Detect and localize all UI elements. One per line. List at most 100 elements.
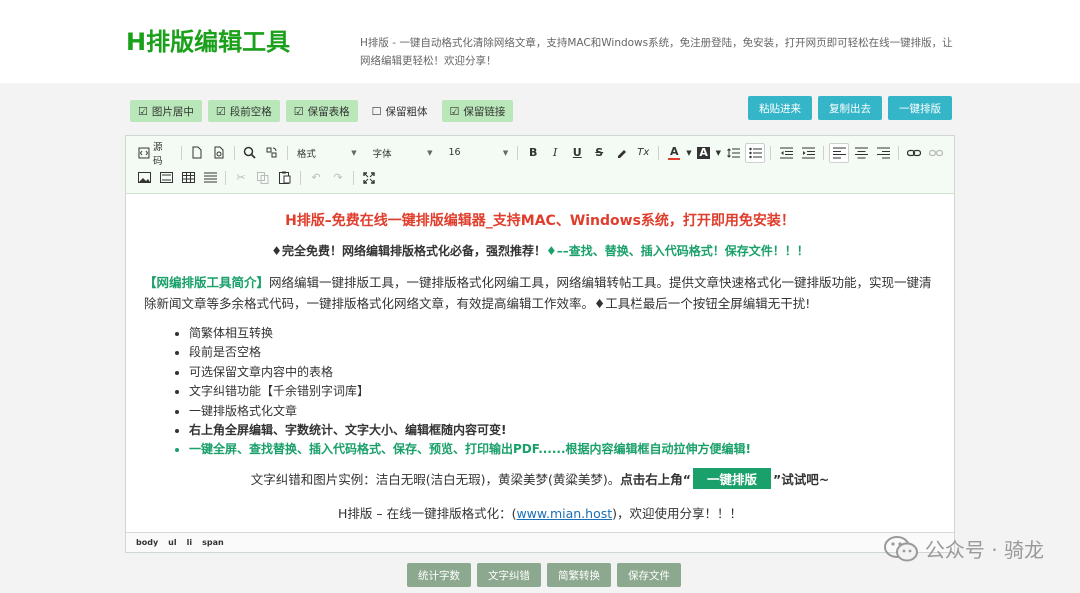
toolbar-separator xyxy=(823,145,825,160)
toolbar-separator xyxy=(353,170,354,185)
list-item: 一键排版格式化文章 xyxy=(189,402,936,421)
new-document-icon[interactable] xyxy=(187,143,207,163)
page-header: H排版编辑工具 H排版 - 一键自动格式化清除网络文章，支持MAC和Window… xyxy=(0,0,1080,83)
underline-button[interactable]: U xyxy=(567,143,587,163)
content-subtitle: ♦完全免费！网络编辑排版格式化必备，强烈推荐！♦––查找、替换、插入代码格式！保… xyxy=(144,242,936,259)
redo-icon[interactable]: ↷ xyxy=(328,168,348,188)
option-keep-links[interactable]: ☑ 保留链接 xyxy=(441,100,514,122)
toolbar-separator xyxy=(898,145,900,160)
toolbar-separator xyxy=(770,145,772,160)
option-label: 保留表格 xyxy=(307,105,350,118)
app-description: H排版 - 一键自动格式化清除网络文章，支持MAC和Windows系统，免注册登… xyxy=(360,37,953,67)
intro-lead: 【网编排版工具简介】 xyxy=(144,275,270,290)
one-click-format-button[interactable]: 一键排版 xyxy=(888,96,952,120)
text-correction-button[interactable]: 文字纠错 xyxy=(477,563,541,587)
align-center-icon[interactable] xyxy=(851,143,871,163)
format-painter-icon[interactable] xyxy=(611,143,631,163)
paste-in-button[interactable]: 粘贴进来 xyxy=(748,96,812,120)
preview-icon[interactable] xyxy=(209,143,229,163)
toolbar-separator xyxy=(658,145,660,160)
italic-button[interactable]: I xyxy=(545,143,565,163)
chevron-down-icon[interactable]: ▼ xyxy=(716,149,721,157)
list-item: 右上角全屏编辑、字数统计、文字大小、编辑框随内容可变! xyxy=(189,421,936,440)
copy-icon[interactable] xyxy=(253,168,273,188)
line-height-icon[interactable] xyxy=(723,143,743,163)
example-bold-b: ”试试吧~ xyxy=(773,471,830,487)
align-left-icon[interactable] xyxy=(829,142,850,163)
simplified-traditional-button[interactable]: 简繁转换 xyxy=(547,563,611,587)
toolbar-separator xyxy=(233,145,235,160)
list-item: 段前是否空格 xyxy=(189,343,936,362)
option-label: 保留粗体 xyxy=(385,105,428,118)
site-prefix: H排版 – 在线一键排版格式化：( xyxy=(337,505,517,521)
source-icon xyxy=(138,147,150,158)
list-item: 一键全屏、查找替换、插入代码格式、保存、预览、打印输出PDF......根据内容… xyxy=(189,440,936,459)
option-keep-bold[interactable]: ☐ 保留粗体 xyxy=(364,100,436,122)
word-count-button[interactable]: 统计字数 xyxy=(407,563,471,587)
font-color-bar xyxy=(668,157,681,160)
checkbox-icon: ☐ xyxy=(371,104,382,118)
chevron-down-icon[interactable]: ▼ xyxy=(686,149,691,157)
font-select[interactable]: 字体 ▼ xyxy=(369,143,437,163)
unlink-icon[interactable] xyxy=(926,143,946,163)
bottom-button-bar: 统计字数 文字纠错 简繁转换 保存文件 xyxy=(407,563,681,587)
clear-format-button[interactable]: Tx xyxy=(633,143,653,163)
fullscreen-icon[interactable] xyxy=(359,168,379,188)
chevron-down-icon: ▼ xyxy=(502,148,509,157)
cut-icon[interactable]: ✂ xyxy=(231,168,251,188)
checkbox-icon: ☑ xyxy=(293,104,304,118)
path-item-li[interactable]: li xyxy=(187,538,192,547)
subtitle-part-b: ♦––查找、替换、插入代码格式！保存文件！！！ xyxy=(546,244,809,258)
path-item-ul[interactable]: ul xyxy=(168,538,176,547)
font-size-select[interactable]: 16 ▼ xyxy=(444,143,512,163)
bullet-list-icon[interactable] xyxy=(745,142,766,163)
search-icon[interactable] xyxy=(240,143,260,163)
checkbox-icon: ☑ xyxy=(449,104,460,118)
path-item-span[interactable]: span xyxy=(202,538,224,547)
editor-toolbar: 源码 格式 ▼ 字体 ▼ 16 ▼ B I U S Tx A ▼ A ▼ ✂ ↶… xyxy=(126,136,954,194)
paste-icon[interactable] xyxy=(275,168,295,188)
toolbar-separator xyxy=(180,145,182,160)
link-icon[interactable] xyxy=(904,143,924,163)
image-icon[interactable] xyxy=(134,168,154,188)
element-path-bar: body ul li span xyxy=(126,532,954,552)
bold-button[interactable]: B xyxy=(523,143,543,163)
copy-out-button[interactable]: 复制出去 xyxy=(818,96,882,120)
options-bar: ☑ 图片居中 ☑ 段前空格 ☑ 保留表格 ☐ 保留粗体 ☑ 保留链接 xyxy=(130,100,514,124)
outdent-icon[interactable] xyxy=(776,143,796,163)
toolbar-separator xyxy=(225,170,226,185)
indent-icon[interactable] xyxy=(798,143,818,163)
action-bar: 粘贴进来 复制出去 一键排版 xyxy=(748,96,952,120)
chevron-down-icon: ▼ xyxy=(351,148,357,157)
path-item-body[interactable]: body xyxy=(136,538,158,547)
example-bold-a: 点击右上角“ xyxy=(620,471,691,487)
list-item: 可选保留文章内容中的表格 xyxy=(189,363,936,382)
toolbar-separator xyxy=(300,170,301,185)
table-icon[interactable] xyxy=(178,168,198,188)
option-center-images[interactable]: ☑ 图片居中 xyxy=(130,100,202,122)
source-code-button[interactable]: 源码 xyxy=(134,142,176,167)
checkbox-icon: ☑ xyxy=(215,104,226,118)
option-keep-tables[interactable]: ☑ 保留表格 xyxy=(285,100,358,122)
site-link[interactable]: www.mian.host xyxy=(516,506,612,521)
editor-content[interactable]: H排版–免费在线一键排版编辑器_支持MAC、Windows系统，打开即用免安装！… xyxy=(126,194,954,532)
font-color-button[interactable]: A xyxy=(664,143,684,163)
list-item: 简繁体相互转换 xyxy=(189,324,936,343)
strikethrough-button[interactable]: S xyxy=(589,143,609,163)
site-suffix: )，欢迎使用分享！！！ xyxy=(612,505,743,521)
align-right-icon[interactable] xyxy=(873,143,893,163)
watermark: 公众号 · 骑龙 xyxy=(883,534,1044,563)
toolbar-separator xyxy=(286,145,288,160)
intro-paragraph: 【网编排版工具简介】网络编辑一键排版工具，一键排版格式化网编工具，网络编辑转帖工… xyxy=(144,272,936,314)
font-select-label: 字体 xyxy=(372,148,392,160)
media-icon[interactable] xyxy=(156,168,176,188)
undo-icon[interactable]: ↶ xyxy=(306,168,326,188)
horizontal-rule-icon[interactable] xyxy=(200,168,220,188)
watermark-text: 公众号 · 骑龙 xyxy=(924,538,1044,562)
option-paragraph-indent[interactable]: ☑ 段前空格 xyxy=(207,100,280,122)
save-file-button[interactable]: 保存文件 xyxy=(617,563,681,587)
format-select[interactable]: 格式 ▼ xyxy=(293,143,361,163)
background-color-button[interactable]: A xyxy=(694,143,714,163)
background-color-label: A xyxy=(697,145,710,159)
replace-icon[interactable] xyxy=(262,143,282,163)
